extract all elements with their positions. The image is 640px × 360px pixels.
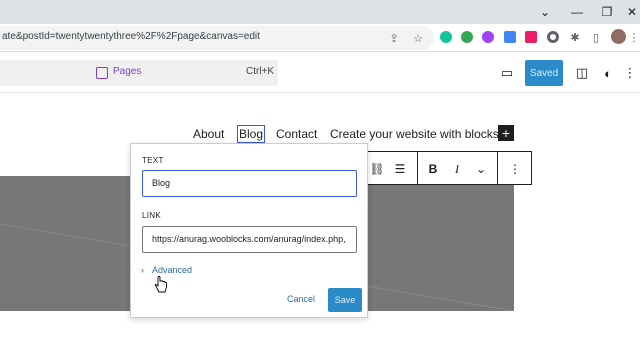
pages-icon bbox=[96, 67, 108, 79]
options-menu-icon[interactable]: ⋮ bbox=[624, 65, 637, 80]
advanced-toggle[interactable]: › Advanced bbox=[141, 265, 192, 275]
more-formats-chevron-icon[interactable]: ⌄ bbox=[473, 160, 489, 178]
toolbar-separator bbox=[417, 152, 418, 184]
browser-toolbar: ate&postId=twentytwentythree%2F%2Fpage&c… bbox=[0, 24, 640, 52]
nav-item-about[interactable]: About bbox=[193, 127, 224, 141]
bookmark-star-icon[interactable]: ☆ bbox=[412, 32, 424, 45]
saved-button[interactable]: Saved bbox=[525, 60, 563, 86]
record-extension-icon[interactable] bbox=[547, 31, 559, 43]
video-extension-icon[interactable] bbox=[504, 31, 516, 43]
text-field-label: TEXT bbox=[142, 156, 164, 165]
command-shortcut: Ctrl+K bbox=[246, 66, 275, 77]
chevron-down-icon[interactable]: ⌄ bbox=[535, 2, 555, 22]
address-bar[interactable]: ate&postId=twentytwentythree%2F%2Fpage&c… bbox=[0, 26, 434, 50]
link-text-input[interactable]: Blog bbox=[142, 170, 357, 197]
block-toolbar: ⛓ ☰ B I ⌄ ⋮ bbox=[366, 151, 532, 185]
save-button[interactable]: Save bbox=[328, 288, 362, 312]
cancel-button[interactable]: Cancel bbox=[287, 294, 315, 304]
nav-item-create-website[interactable]: Create your website with blocks bbox=[330, 127, 499, 141]
flag-extension-icon[interactable] bbox=[525, 31, 537, 43]
url-text[interactable]: ate&postId=twentytwentythree%2F%2Fpage&c… bbox=[2, 31, 260, 42]
link-icon[interactable]: ⛓ bbox=[369, 160, 385, 178]
command-label: Pages bbox=[113, 66, 142, 77]
styles-half-circle-icon[interactable]: ◐ bbox=[601, 66, 615, 81]
colorful-extension-icon[interactable] bbox=[482, 31, 494, 43]
block-options-icon[interactable]: ⋮ bbox=[507, 160, 523, 178]
command-palette-bar[interactable]: Pages Ctrl+K bbox=[0, 60, 278, 86]
browser-menu-icon[interactable]: ⋮ bbox=[629, 31, 640, 44]
green-extension-icon[interactable] bbox=[461, 31, 473, 43]
extensions-puzzle-icon[interactable]: ✱ bbox=[569, 31, 581, 44]
share-icon[interactable]: ⇪ bbox=[388, 32, 400, 45]
grammarly-extension-icon[interactable] bbox=[440, 31, 452, 43]
view-desktop-icon[interactable]: ▭ bbox=[500, 65, 514, 80]
toolbar-separator bbox=[497, 152, 498, 184]
browser-title-bar: ⌄ — ❐ ✕ bbox=[0, 0, 640, 24]
profile-avatar[interactable] bbox=[611, 29, 626, 44]
link-field-label: LINK bbox=[142, 211, 161, 220]
settings-sidebar-icon[interactable]: ◫ bbox=[575, 65, 589, 80]
hand-pointer-cursor-icon bbox=[154, 276, 167, 293]
bold-icon[interactable]: B bbox=[425, 160, 441, 178]
nav-item-contact[interactable]: Contact bbox=[276, 127, 317, 141]
advanced-label: Advanced bbox=[152, 265, 193, 275]
minimize-button[interactable]: — bbox=[567, 2, 587, 22]
close-window-button[interactable]: ✕ bbox=[622, 2, 640, 22]
restore-button[interactable]: ❐ bbox=[597, 2, 617, 22]
submenu-icon[interactable]: ☰ bbox=[391, 160, 409, 178]
editor-header: Pages Ctrl+K ▭ Saved ◫ ◐ ⋮ bbox=[0, 53, 640, 93]
add-block-button[interactable]: + bbox=[498, 125, 514, 141]
italic-icon[interactable]: I bbox=[449, 160, 465, 178]
nav-item-blog[interactable]: Blog bbox=[236, 125, 266, 143]
side-panel-icon[interactable]: ▯ bbox=[590, 31, 602, 44]
chevron-right-icon: › bbox=[141, 265, 144, 275]
link-url-input[interactable]: https://anurag.wooblocks.com/anurag/inde… bbox=[142, 226, 357, 253]
